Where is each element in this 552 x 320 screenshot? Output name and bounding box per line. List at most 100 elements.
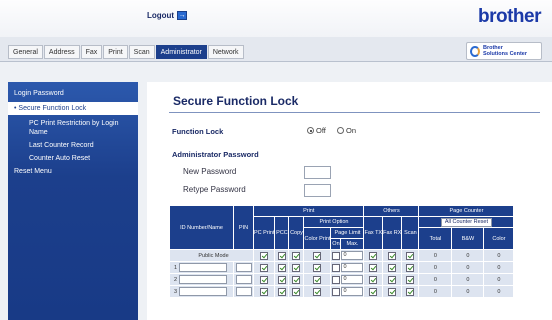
copy-checkbox[interactable]: [292, 251, 301, 260]
counter-bw: 0: [451, 261, 485, 274]
new-password-field[interactable]: [304, 166, 331, 179]
page-limit-max-field[interactable]: 0: [341, 287, 363, 296]
page-limit-max-field[interactable]: 0: [341, 251, 363, 260]
radio-on-label: On: [346, 126, 357, 135]
tab-scan[interactable]: Scan: [128, 45, 155, 59]
page-limit-on-checkbox[interactable]: [331, 251, 340, 260]
fax-rx-checkbox[interactable]: [388, 263, 397, 272]
tab-fax[interactable]: Fax: [80, 45, 103, 59]
all-counter-reset-button[interactable]: All Counter Reset: [440, 217, 492, 227]
copy-checkbox[interactable]: [292, 287, 301, 296]
retype-password-label: Retype Password: [183, 185, 246, 194]
counter-color: 0: [483, 261, 515, 274]
scan-checkbox[interactable]: [406, 275, 415, 284]
copy-checkbox[interactable]: [292, 275, 301, 284]
sidebar-item-last-counter-record[interactable]: Last Counter Record: [8, 139, 138, 152]
header-print-option: Print Option: [303, 216, 365, 228]
solutions-center-icon: [470, 45, 480, 57]
retype-password-field[interactable]: [304, 184, 331, 197]
sidebar-item-secure-function-lock[interactable]: • Secure Function Lock: [8, 102, 138, 115]
brother-logo: brother: [478, 6, 542, 27]
header-copy: Copy: [288, 216, 305, 250]
main-content: Secure Function Lock Function Lock Off O…: [147, 82, 552, 320]
row-number: 3: [174, 288, 178, 295]
tab-general[interactable]: General: [8, 45, 43, 59]
header-color: Color: [483, 227, 515, 250]
fax-tx-checkbox[interactable]: [369, 251, 378, 260]
sidebar-item-login-password[interactable]: Login Password: [8, 87, 138, 100]
pcc-checkbox[interactable]: [277, 275, 286, 284]
counter-bw: 0: [451, 249, 485, 262]
header-pcc: PCC: [274, 216, 290, 250]
row-number: 2: [174, 276, 178, 283]
scan-checkbox[interactable]: [406, 287, 415, 296]
page-limit-max-field[interactable]: 0: [341, 263, 363, 272]
page-limit-on-checkbox[interactable]: [331, 263, 340, 272]
color-print-checkbox[interactable]: [313, 287, 322, 296]
page-limit-max-field[interactable]: 0: [341, 275, 363, 284]
fax-rx-checkbox[interactable]: [388, 275, 397, 284]
page-limit-on-checkbox[interactable]: [331, 275, 340, 284]
top-bar: Logout → brother: [0, 0, 552, 37]
title-divider: [169, 112, 540, 113]
counter-total: 0: [418, 285, 453, 298]
pin-field[interactable]: [235, 287, 252, 296]
fax-rx-checkbox[interactable]: [388, 287, 397, 296]
counter-total: 0: [418, 261, 453, 274]
header-max: Max.: [340, 238, 365, 250]
table-row: 2 0 0 0 0: [169, 273, 515, 286]
header-color-print: Color Print: [303, 227, 332, 250]
counter-bw: 0: [451, 273, 485, 286]
pcc-checkbox[interactable]: [277, 251, 286, 260]
header-bw: B&W: [451, 227, 485, 250]
page-limit-on-checkbox[interactable]: [331, 287, 340, 296]
header-scan: Scan: [401, 216, 420, 250]
color-print-checkbox[interactable]: [313, 251, 322, 260]
pc-print-checkbox[interactable]: [260, 263, 269, 272]
header-print: Print: [252, 205, 365, 217]
tab-administrator[interactable]: Administrator: [155, 45, 207, 59]
color-print-checkbox[interactable]: [313, 263, 322, 272]
fax-tx-checkbox[interactable]: [369, 287, 378, 296]
header-pin: PIN: [233, 205, 254, 250]
sidebar-item-pc-print-restriction[interactable]: PC Print Restriction by Login Name: [8, 117, 138, 139]
table-row: Public Mode 0 0 0 0: [169, 249, 515, 262]
id-name-field[interactable]: [178, 287, 227, 296]
pc-print-checkbox[interactable]: [260, 251, 269, 260]
function-lock-on-radio[interactable]: On: [337, 126, 356, 135]
solutions-center-button[interactable]: Brother Solutions Center: [466, 42, 542, 60]
fax-tx-checkbox[interactable]: [369, 275, 378, 284]
table-row: 3 0 0 0 0: [169, 285, 515, 298]
tab-print[interactable]: Print: [103, 45, 128, 59]
fax-tx-checkbox[interactable]: [369, 263, 378, 272]
pc-print-checkbox[interactable]: [260, 287, 269, 296]
pin-field[interactable]: [235, 275, 252, 284]
copy-checkbox[interactable]: [292, 263, 301, 272]
pc-print-checkbox[interactable]: [260, 275, 269, 284]
color-print-checkbox[interactable]: [313, 275, 322, 284]
counter-total: 0: [418, 273, 453, 286]
pcc-checkbox[interactable]: [277, 287, 286, 296]
function-lock-off-radio[interactable]: Off: [307, 126, 326, 135]
table-row: 1 0 0 0 0: [169, 261, 515, 274]
sidebar: Login Password • Secure Function Lock PC…: [8, 82, 138, 320]
tab-address[interactable]: Address: [43, 45, 80, 59]
scan-checkbox[interactable]: [406, 251, 415, 260]
tab-network[interactable]: Network: [207, 45, 244, 59]
id-name-field[interactable]: [178, 275, 227, 284]
logout-icon: →: [177, 11, 188, 20]
header-page-counter: Page Counter: [418, 205, 515, 217]
counter-bw: 0: [451, 285, 485, 298]
header-others: Others: [363, 205, 420, 217]
counter-color: 0: [483, 249, 515, 262]
logout-label: Logout: [147, 11, 175, 20]
logout-link[interactable]: Logout →: [147, 11, 188, 20]
pcc-checkbox[interactable]: [277, 263, 286, 272]
sidebar-item-counter-auto-reset[interactable]: Counter Auto Reset: [8, 152, 138, 165]
fax-rx-checkbox[interactable]: [388, 251, 397, 260]
pin-field[interactable]: [235, 263, 252, 272]
scan-checkbox[interactable]: [406, 263, 415, 272]
solutions-line2: Solutions Center: [483, 51, 528, 57]
sidebar-item-reset-menu[interactable]: Reset Menu: [8, 165, 138, 178]
id-name-field[interactable]: [178, 263, 227, 272]
